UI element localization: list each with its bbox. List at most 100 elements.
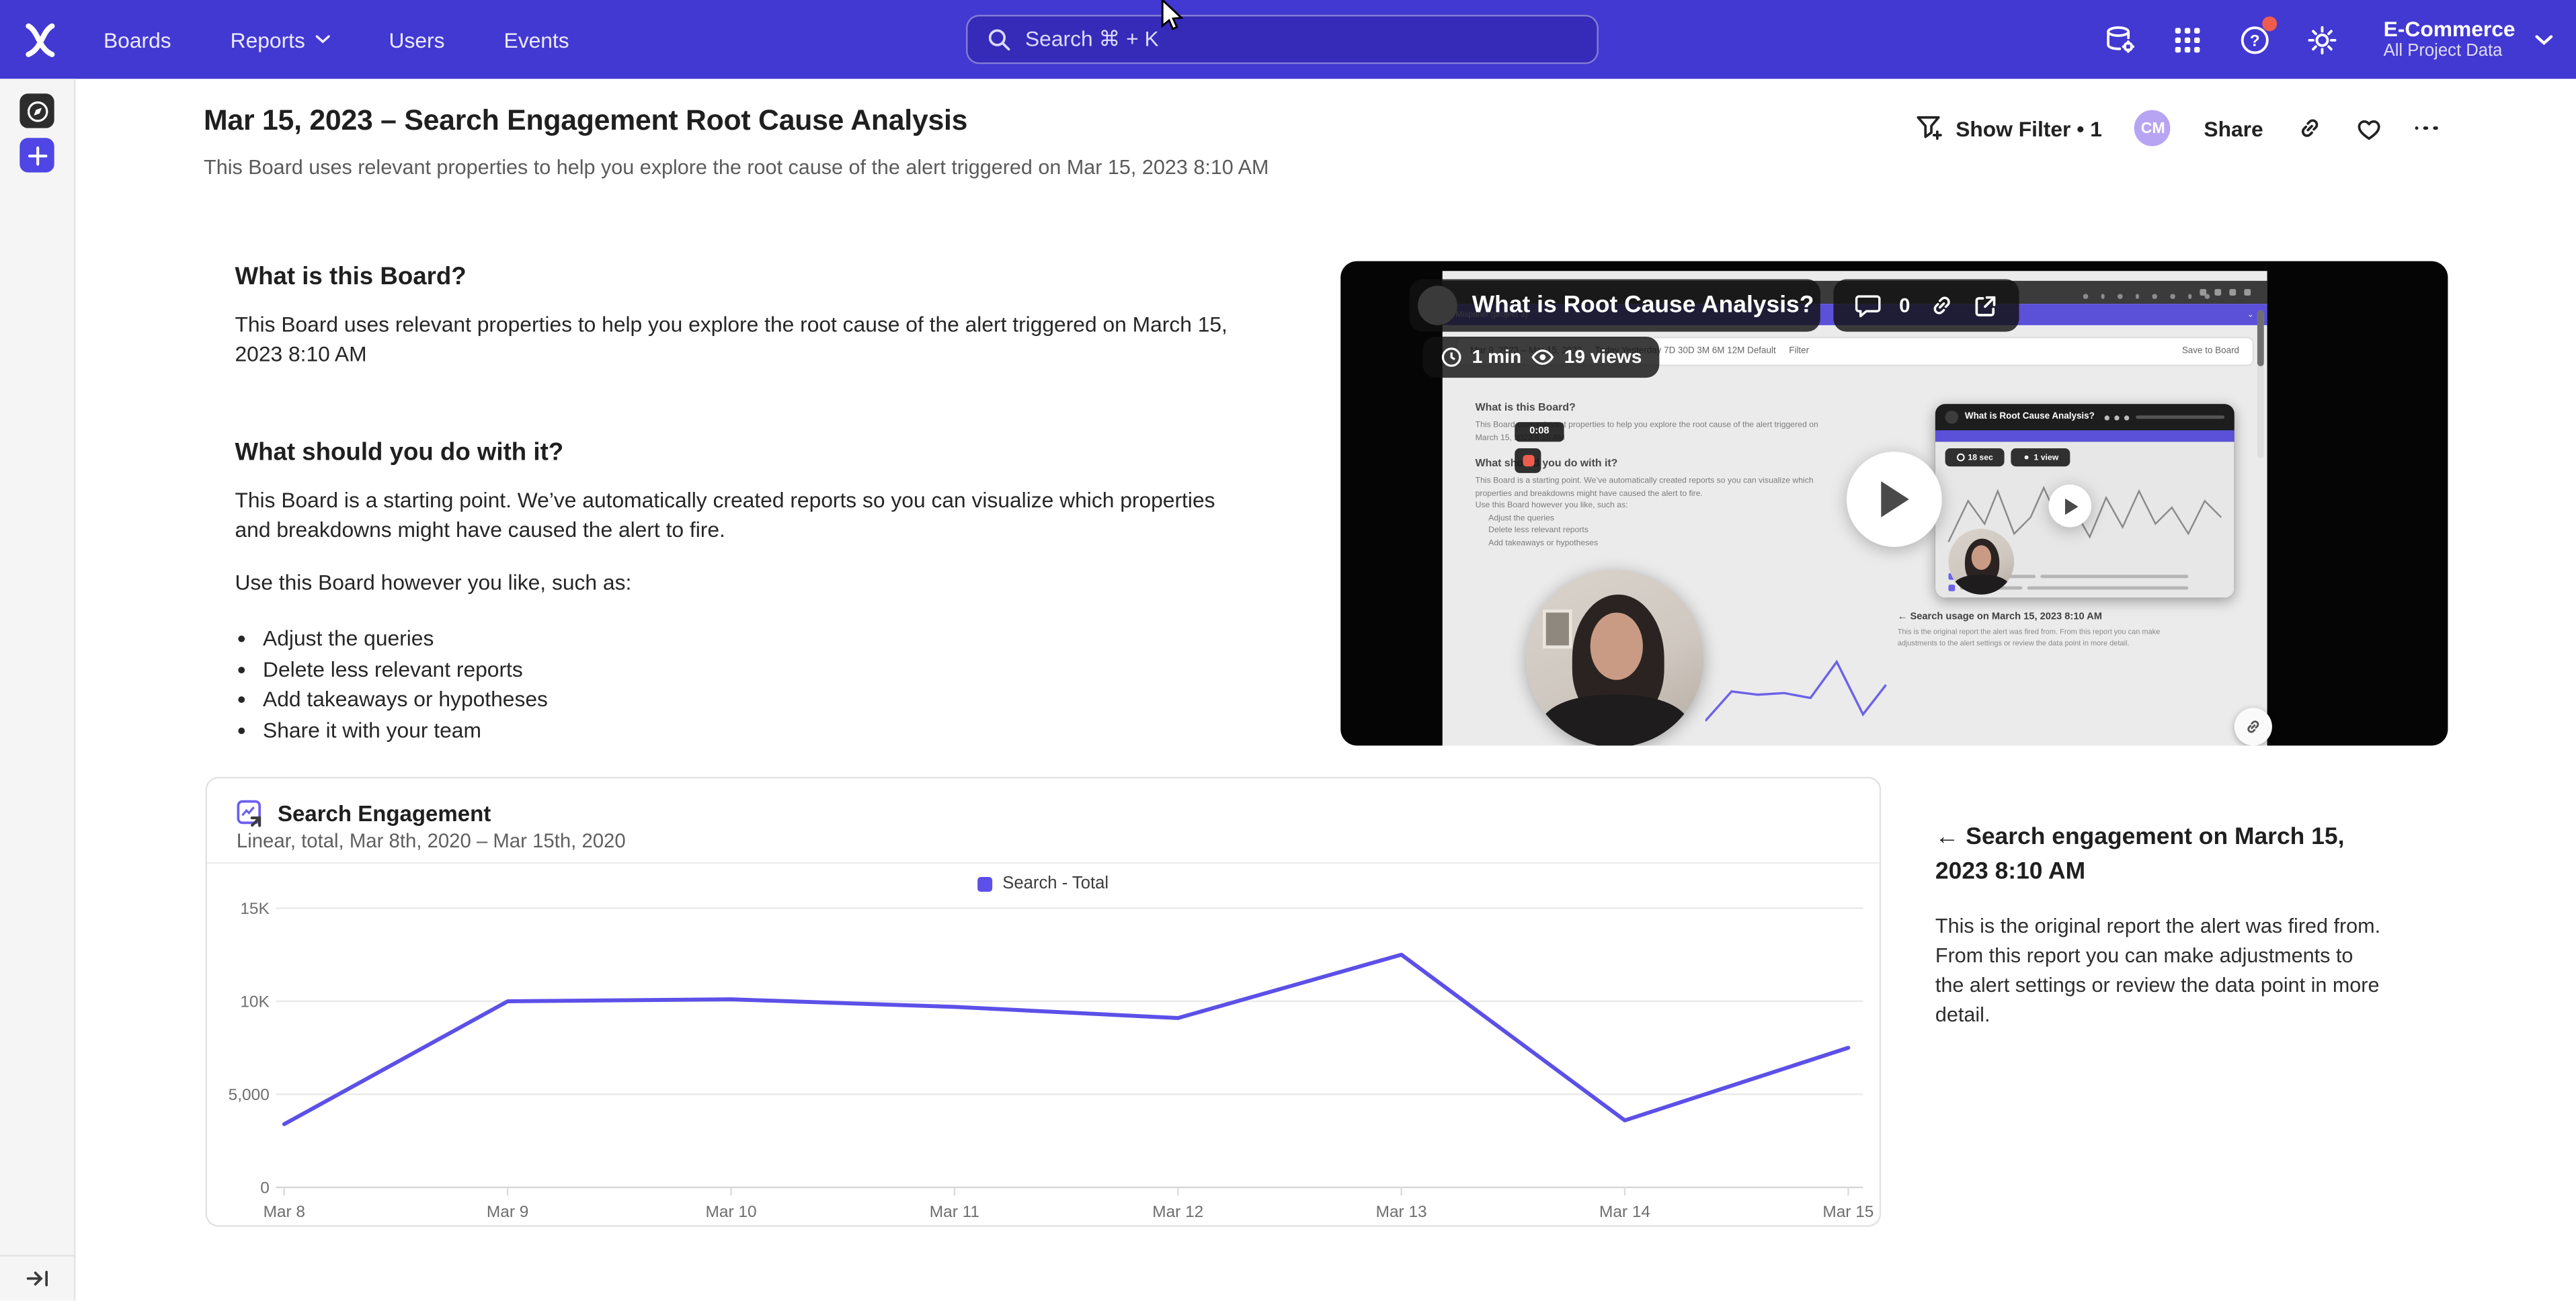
report-card[interactable]: Search Engagement Linear, total, Mar 8th… bbox=[205, 777, 1881, 1227]
heart-icon bbox=[2356, 116, 2382, 140]
page-subtitle: This Board uses relevant properties to h… bbox=[204, 156, 1269, 179]
board-description: What is this Board? This Board uses rele… bbox=[235, 263, 1244, 746]
app-window: Boards Reports Users Events Search ⌘ + K bbox=[0, 0, 2576, 1301]
nested-webcam-bubble bbox=[1948, 529, 2014, 595]
section-paragraph: This Board uses relevant properties to h… bbox=[235, 310, 1244, 370]
webcam-bubble bbox=[1526, 570, 1703, 745]
link-icon[interactable] bbox=[1928, 292, 1954, 319]
comment-icon[interactable] bbox=[1855, 292, 1881, 319]
svg-text:Mar 11: Mar 11 bbox=[930, 1203, 979, 1221]
search-input[interactable]: Search ⌘ + K bbox=[966, 15, 1599, 64]
left-rail bbox=[0, 79, 75, 1301]
note-heading: ← Search engagement on March 15, 2023 8:… bbox=[1935, 821, 2382, 890]
note-body: This is the original report the alert wa… bbox=[1935, 911, 2382, 1030]
play-button[interactable] bbox=[1847, 452, 1942, 547]
recorded-mini-chart bbox=[1705, 639, 1890, 729]
nav-item-users[interactable]: Users bbox=[389, 27, 445, 52]
nav-item-events[interactable]: Events bbox=[504, 27, 569, 52]
svg-text:Mar 12: Mar 12 bbox=[1152, 1203, 1203, 1221]
board-actions: Show Filter • 1 CM Share bbox=[1917, 108, 2438, 148]
link-icon bbox=[2296, 115, 2323, 141]
svg-text:5,000: 5,000 bbox=[229, 1086, 270, 1104]
comment-count: 0 bbox=[1899, 294, 1910, 317]
svg-text:10K: 10K bbox=[240, 993, 270, 1011]
section-paragraph: Use this Board however you like, such as… bbox=[235, 569, 1244, 598]
nav-item-boards[interactable]: Boards bbox=[104, 27, 171, 52]
help-icon[interactable]: ? bbox=[2239, 23, 2272, 56]
avatar[interactable]: CM bbox=[2135, 110, 2171, 146]
list-item: Adjust the queries bbox=[263, 624, 1244, 654]
project-name: E-Commerce bbox=[2384, 16, 2515, 41]
nested-video-title: What is Root Cause Analysis? bbox=[1965, 412, 2095, 422]
add-board-button[interactable] bbox=[19, 138, 54, 172]
tips-list: Adjust the queries Delete less relevant … bbox=[263, 624, 1244, 745]
nested-nav-bar bbox=[1935, 430, 2235, 442]
nested-duration-badge: 18 sec bbox=[1945, 448, 2005, 466]
apps-grid-icon[interactable] bbox=[2171, 23, 2204, 56]
list-item: Share it with your team bbox=[263, 715, 1244, 745]
project-switcher[interactable]: E-Commerce All Project Data bbox=[2384, 16, 2553, 62]
mixpanel-logo-icon[interactable] bbox=[22, 22, 59, 59]
top-nav: Boards Reports Users Events Search ⌘ + K bbox=[0, 0, 2576, 79]
recorded-filter-label: Filter bbox=[1789, 347, 1809, 357]
section-heading: What is this Board? bbox=[235, 263, 1244, 291]
data-management-icon[interactable] bbox=[2104, 23, 2137, 56]
video-player[interactable]: Mixpanel (project 3)⌄ Mar 9, 2023 – Mar … bbox=[1340, 261, 2448, 746]
primary-nav: Boards Reports Users Events bbox=[104, 0, 569, 79]
nested-play-button bbox=[2049, 485, 2092, 528]
presenter-avatar bbox=[1418, 286, 1457, 325]
link-icon bbox=[2244, 718, 2262, 736]
recorded-save-label: Save to Board bbox=[2182, 347, 2239, 357]
video-toolbar-pill: 0 bbox=[1833, 279, 2018, 331]
video-views: 19 views bbox=[1564, 347, 1642, 367]
filter-plus-icon bbox=[1917, 115, 1945, 141]
copy-video-link-button[interactable] bbox=[2235, 708, 2272, 745]
recording-timer: 0:08 bbox=[1515, 422, 1564, 442]
svg-text:Mar 14: Mar 14 bbox=[1599, 1203, 1650, 1221]
list-item: Delete less relevant reports bbox=[263, 655, 1244, 684]
section-heading: What should you do with it? bbox=[235, 439, 1244, 467]
wall-frame bbox=[1542, 609, 1572, 648]
open-external-icon[interactable] bbox=[1972, 293, 1997, 318]
nav-item-reports[interactable]: Reports bbox=[231, 27, 330, 52]
nav-utilities: ? E-Commerce All Project Data bbox=[2104, 0, 2553, 79]
svg-text:Mar 10: Mar 10 bbox=[706, 1203, 757, 1221]
chevron-down-icon bbox=[315, 34, 330, 44]
svg-text:Mar 9: Mar 9 bbox=[487, 1203, 528, 1221]
report-subtitle: Linear, total, Mar 8th, 2020 – Mar 15th,… bbox=[237, 829, 626, 852]
svg-text:Mar 13: Mar 13 bbox=[1376, 1203, 1427, 1221]
more-options-button[interactable] bbox=[2415, 126, 2438, 130]
trend-line-chart[interactable]: 05,00010K15KMar 8Mar 9Mar 10Mar 11Mar 12… bbox=[207, 893, 1880, 1228]
plus-icon bbox=[27, 145, 46, 165]
video-title-pill: What is Root Cause Analysis? bbox=[1410, 279, 1820, 331]
clock-icon bbox=[1441, 347, 1462, 368]
search-icon bbox=[988, 28, 1010, 51]
favorite-button[interactable] bbox=[2356, 116, 2382, 140]
video-duration: 1 min bbox=[1472, 347, 1521, 367]
settings-gear-icon[interactable] bbox=[2306, 23, 2339, 56]
report-note: ← Search engagement on March 15, 2023 8:… bbox=[1935, 821, 2382, 1030]
discover-compass-button[interactable] bbox=[19, 93, 54, 128]
share-button[interactable]: Share bbox=[2204, 116, 2263, 140]
project-scope: All Project Data bbox=[2384, 41, 2515, 62]
notification-dot bbox=[2262, 16, 2277, 31]
list-item: Add takeaways or hypotheses bbox=[263, 685, 1244, 714]
copy-link-button[interactable] bbox=[2296, 115, 2323, 141]
recorded-note-text: ← Search usage on March 15, 2023 8:10 AM… bbox=[1898, 613, 2161, 649]
svg-text:15K: 15K bbox=[240, 900, 270, 918]
chevron-down-icon bbox=[2535, 34, 2553, 45]
show-filter-button[interactable]: Show Filter • 1 bbox=[1917, 115, 2102, 141]
svg-text:Mar 8: Mar 8 bbox=[264, 1203, 305, 1221]
nested-video-frame: What is Root Cause Analysis? 18 sec bbox=[1935, 404, 2235, 597]
svg-text:?: ? bbox=[2250, 31, 2260, 49]
recording-stop-button bbox=[1515, 448, 1541, 473]
eye-icon bbox=[1531, 348, 1554, 366]
svg-text:Mar 15: Mar 15 bbox=[1822, 1203, 1874, 1221]
search-placeholder: Search ⌘ + K bbox=[1025, 26, 1159, 52]
chart-legend: Search - Total bbox=[207, 874, 1880, 893]
expand-sidebar-button[interactable] bbox=[26, 1268, 49, 1290]
recorded-extensions-row bbox=[2083, 294, 2210, 298]
expand-sidebar-icon bbox=[26, 1268, 49, 1290]
section-paragraph: This Board is a starting point. We’ve au… bbox=[235, 486, 1244, 545]
compass-icon bbox=[26, 99, 48, 122]
